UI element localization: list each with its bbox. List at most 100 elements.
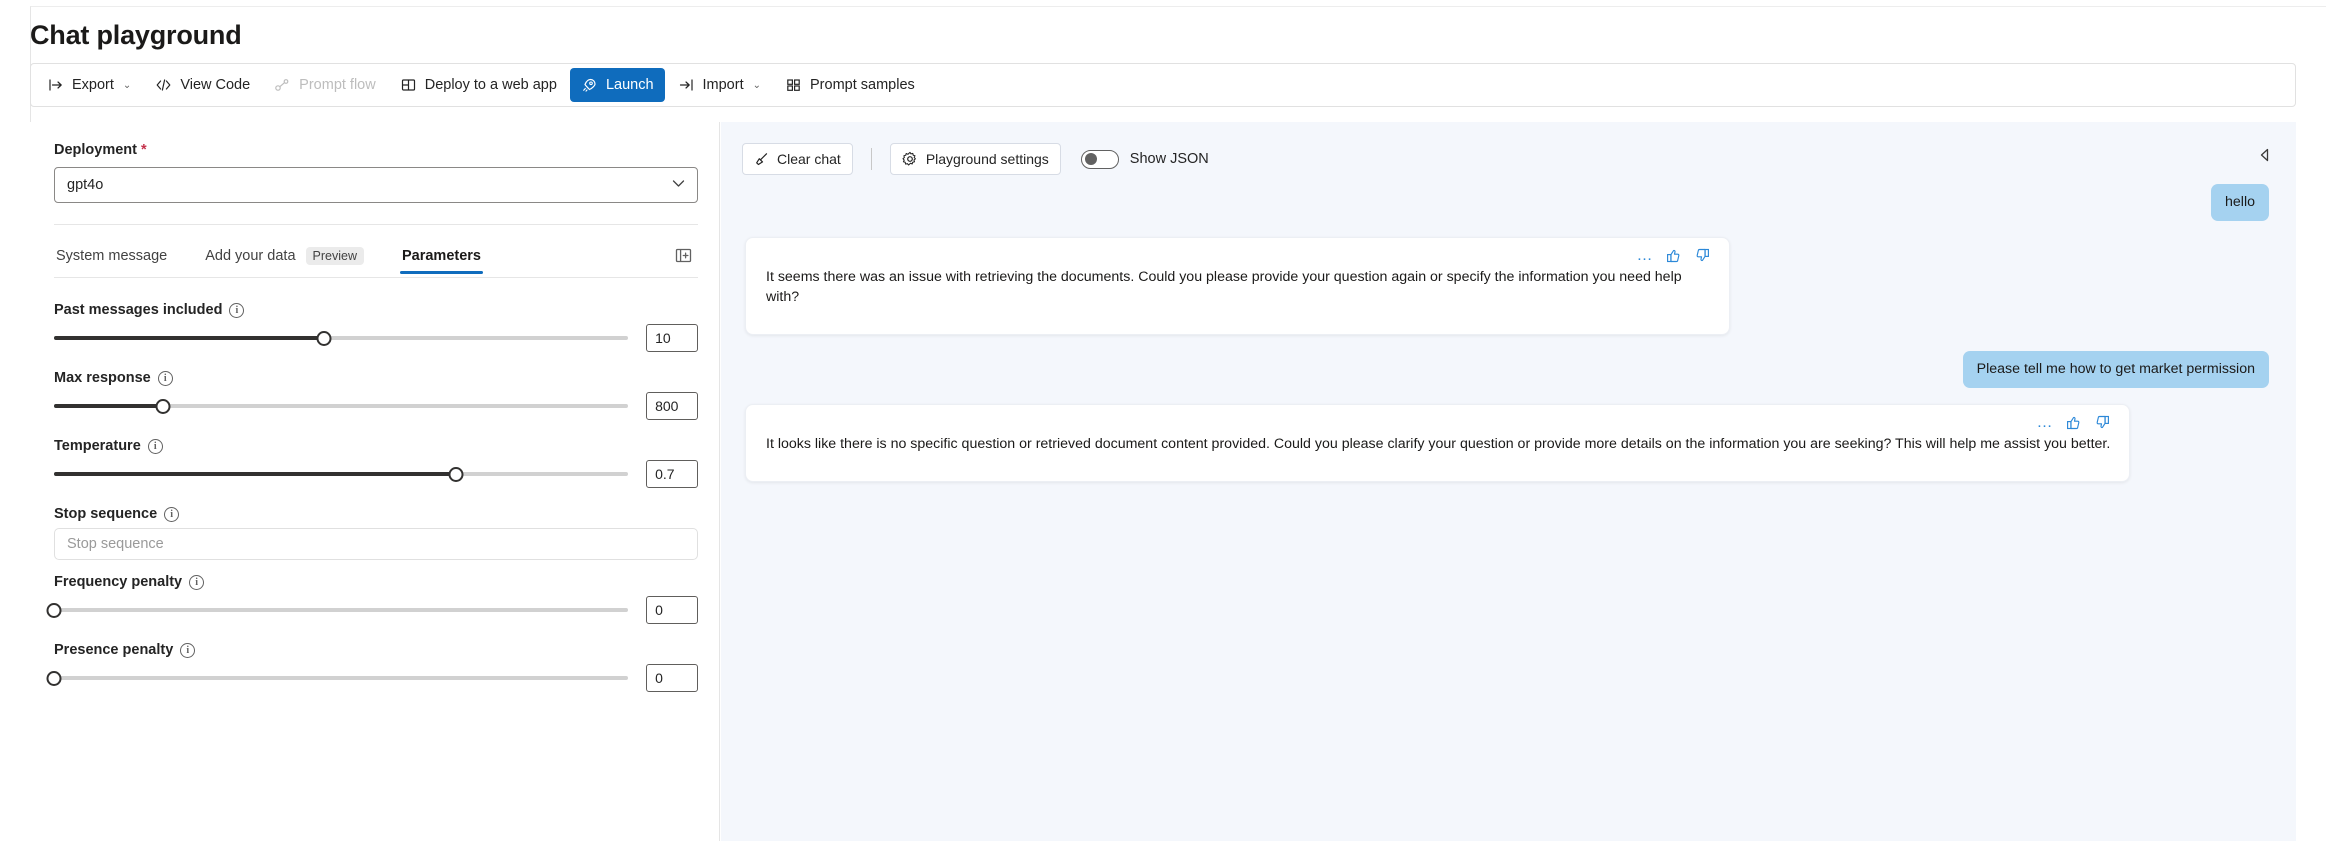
panel-divider (54, 224, 698, 225)
info-icon[interactable]: i (229, 302, 245, 318)
playground-settings-label: Playground settings (925, 151, 1049, 167)
thumbs-down-icon[interactable] (2094, 414, 2111, 431)
panel-expand-icon (675, 248, 692, 268)
value-presence-penalty[interactable]: 0 (646, 664, 698, 692)
param-label-presence-penalty: Presence penalty i (54, 642, 698, 658)
parameters-list: Past messages included i 10 Max response… (46, 302, 698, 692)
user-message-bubble: Please tell me how to get market permiss… (1962, 350, 2269, 389)
value-past-messages[interactable]: 10 (646, 324, 698, 352)
show-json-toggle[interactable] (1080, 149, 1119, 169)
param-label-frequency-penalty-text: Frequency penalty (54, 574, 183, 590)
prompt-flow-icon (274, 77, 291, 93)
assistant-message-text: It seems there was an issue with retriev… (766, 269, 1682, 306)
grid-icon (785, 77, 802, 93)
slider-thumb[interactable] (46, 602, 62, 618)
prompt-flow-label: Prompt flow (299, 77, 376, 93)
value-frequency-penalty[interactable]: 0 (646, 596, 698, 624)
message-actions: … (2036, 414, 2111, 431)
param-label-stop-sequence: Stop sequence i (54, 506, 698, 522)
value-temperature[interactable]: 0.7 (646, 460, 698, 488)
toggle-knob (1084, 153, 1097, 166)
clear-chat-button[interactable]: Clear chat (742, 143, 853, 175)
panel-collapse-icon (2255, 147, 2272, 168)
expand-panel-button[interactable] (668, 243, 698, 273)
message-row-assistant: … It looks like there is no specific que… (745, 404, 2269, 482)
slider-thumb[interactable] (46, 670, 62, 686)
message-list: hello … It seems there was an issue with… (721, 184, 2296, 498)
tab-system-message-label: System message (56, 248, 168, 264)
tabs-underline (54, 277, 698, 278)
preview-badge: Preview (305, 247, 364, 265)
slider-fill (54, 404, 164, 408)
chat-panel: Clear chat Playground settings Show JSON (721, 122, 2296, 841)
launch-button[interactable]: Launch (569, 68, 665, 102)
prompt-flow-button: Prompt flow (263, 68, 387, 102)
param-label-temperature-text: Temperature (54, 438, 141, 454)
param-label-temperature: Temperature i (54, 438, 698, 454)
chat-toolbar: Clear chat Playground settings Show JSON (742, 143, 1209, 175)
configuration-panel: Deployment * gpt4o System message Add yo… (30, 122, 720, 841)
chevron-down-icon (672, 179, 685, 191)
user-message-bubble: hello (2211, 184, 2269, 222)
slider-track (54, 608, 629, 612)
import-button[interactable]: Import ⌄ (667, 68, 772, 102)
clear-chat-label: Clear chat (777, 151, 841, 167)
slider-presence-penalty[interactable] (46, 668, 629, 688)
deploy-to-web-app-button[interactable]: Deploy to a web app (389, 68, 568, 102)
deployment-label-text: Deployment (54, 142, 137, 158)
value-max-response[interactable]: 800 (646, 392, 698, 420)
import-label: Import (702, 77, 744, 93)
deployment-select[interactable]: gpt4o (54, 167, 698, 203)
deployment-label: Deployment * (54, 142, 695, 158)
export-icon (48, 77, 64, 93)
show-json-toggle-wrap[interactable]: Show JSON (1080, 149, 1209, 169)
param-row-max-response: 800 (54, 392, 698, 420)
app-window: Chat playground Export ⌄ View Code Promp… (0, 0, 2330, 841)
thumbs-up-icon[interactable] (2065, 414, 2082, 431)
deploy-icon (400, 77, 417, 93)
launch-label: Launch (605, 77, 654, 93)
tab-parameters[interactable]: Parameters (399, 238, 483, 276)
toolbar-separator (870, 148, 872, 170)
slider-past-messages[interactable] (54, 328, 629, 348)
info-icon[interactable]: i (157, 370, 173, 386)
param-label-frequency-penalty: Frequency penalty i (54, 574, 698, 590)
tab-parameters-label: Parameters (401, 248, 481, 264)
playground-settings-button[interactable]: Playground settings (889, 143, 1061, 175)
prompt-samples-button[interactable]: Prompt samples (774, 68, 926, 102)
more-options-icon[interactable]: … (1636, 247, 1653, 264)
tab-system-message[interactable]: System message (54, 238, 169, 276)
assistant-message-bubble: … It seems there was an issue with retri… (745, 237, 1730, 335)
deploy-label: Deploy to a web app (424, 77, 557, 93)
param-label-past-messages: Past messages included i (54, 302, 698, 318)
info-icon[interactable]: i (180, 642, 196, 658)
more-options-icon[interactable]: … (2036, 414, 2053, 431)
collapse-panel-button[interactable] (2248, 142, 2278, 172)
slider-thumb[interactable] (448, 466, 464, 482)
slider-temperature[interactable] (54, 464, 629, 484)
stop-sequence-input[interactable]: Stop sequence (54, 528, 698, 560)
slider-thumb[interactable] (155, 398, 171, 414)
param-row-presence-penalty: 0 (46, 664, 698, 692)
slider-fill (54, 472, 456, 476)
required-asterisk: * (141, 142, 147, 158)
message-row-assistant: … It seems there was an issue with retri… (745, 237, 2269, 335)
info-icon[interactable]: i (164, 506, 180, 522)
info-icon[interactable]: i (189, 574, 205, 590)
slider-max-response[interactable] (54, 396, 629, 416)
thumbs-down-icon[interactable] (1694, 247, 1711, 264)
param-label-presence-penalty-text: Presence penalty (54, 642, 174, 658)
rocket-icon (581, 77, 598, 93)
info-icon[interactable]: i (147, 438, 163, 454)
thumbs-up-icon[interactable] (1665, 247, 1682, 264)
message-actions: … (1636, 247, 1711, 264)
slider-thumb[interactable] (316, 330, 332, 346)
code-icon (155, 77, 172, 93)
message-row-user: hello (745, 184, 2269, 222)
view-code-button[interactable]: View Code (144, 68, 261, 102)
slider-frequency-penalty[interactable] (46, 600, 629, 620)
tab-add-your-data[interactable]: Add your data Preview (203, 237, 366, 277)
export-button[interactable]: Export ⌄ (37, 68, 142, 102)
param-label-stop-sequence-text: Stop sequence (54, 506, 158, 522)
message-row-user: Please tell me how to get market permiss… (745, 350, 2269, 389)
